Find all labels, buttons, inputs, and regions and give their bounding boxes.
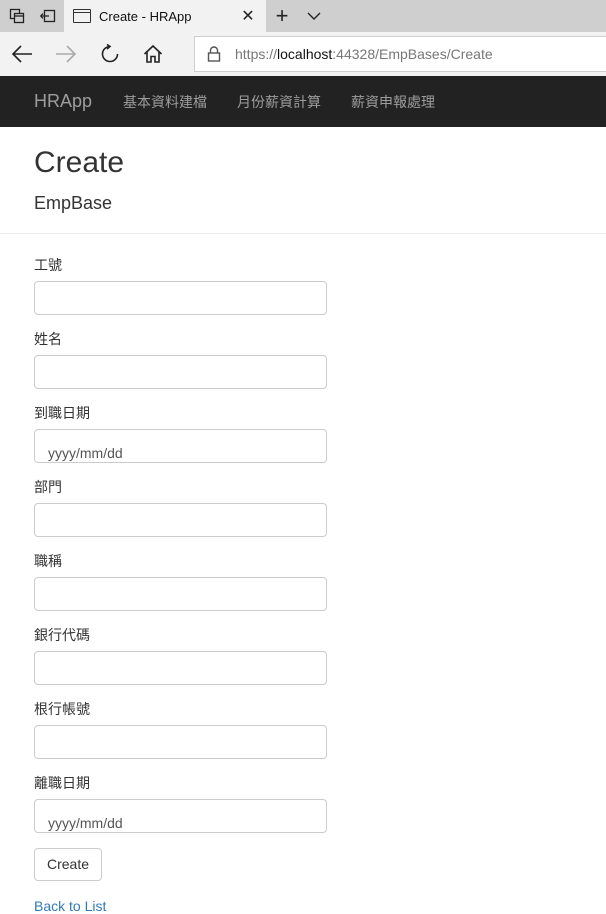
divider xyxy=(0,233,606,234)
browser-tab-strip: Create - HRApp ✕ + xyxy=(0,0,606,32)
department-label: 部門 xyxy=(34,479,62,495)
page-subtitle: EmpBase xyxy=(34,193,113,213)
bank-code-label: 銀行代碼 xyxy=(34,627,90,643)
account-no-label: 根行帳號 xyxy=(34,701,90,717)
form-group-name: 姓名 xyxy=(34,329,606,403)
url-host: localhost xyxy=(277,46,333,62)
create-button[interactable]: Create xyxy=(34,848,102,881)
emp-no-input[interactable] xyxy=(34,281,327,315)
url-text: https://localhost:44328/EmpBases/Create xyxy=(235,46,493,62)
leave-date-input[interactable]: yyyy/mm/dd xyxy=(34,799,327,833)
set-tabs-aside-icon[interactable] xyxy=(33,0,63,32)
tab-active[interactable]: Create - HRApp ✕ xyxy=(64,0,266,32)
hire-date-input[interactable]: yyyy/mm/dd xyxy=(34,429,327,463)
form-group-hire-date: 到職日期 yyyy/mm/dd xyxy=(34,403,606,477)
tab-title: Create - HRApp xyxy=(99,8,192,24)
nav-item-salary-report[interactable]: 薪資申報處理 xyxy=(336,92,450,112)
job-title-input[interactable] xyxy=(34,577,327,611)
form-group-emp-no: 工號 xyxy=(34,255,606,329)
department-input[interactable] xyxy=(34,503,327,537)
app-navbar: HRApp 基本資料建檔 月份薪資計算 薪資申報處理 xyxy=(0,76,606,127)
chevron-down-icon[interactable] xyxy=(300,0,328,32)
new-tab-icon[interactable]: + xyxy=(268,0,296,32)
hire-date-label: 到職日期 xyxy=(34,405,90,421)
nav-item-monthly-salary[interactable]: 月份薪資計算 xyxy=(222,92,336,112)
form-group-department: 部門 xyxy=(34,477,606,551)
main-content: Create EmpBase 工號 姓名 到職日期 yyyy/mm/dd 部門 … xyxy=(0,127,606,914)
back-arrow-icon[interactable] xyxy=(6,38,38,70)
form-group-bank-code: 銀行代碼 xyxy=(34,625,606,699)
form-group-leave-date: 離職日期 yyyy/mm/dd xyxy=(34,773,606,847)
create-form: 工號 姓名 到職日期 yyyy/mm/dd 部門 職稱 銀行代碼 根行帳號 離職 xyxy=(34,255,606,881)
forward-arrow-icon[interactable] xyxy=(50,38,82,70)
form-group-job-title: 職稱 xyxy=(34,551,606,625)
address-bar[interactable]: https://localhost:44328/EmpBases/Create xyxy=(194,36,606,72)
bank-code-input[interactable] xyxy=(34,651,327,685)
page-icon xyxy=(73,9,91,23)
name-input[interactable] xyxy=(34,355,327,389)
name-label: 姓名 xyxy=(34,331,62,347)
page-title: Create xyxy=(34,146,125,179)
brand-link[interactable]: HRApp xyxy=(34,91,92,112)
form-group-account-no: 根行帳號 xyxy=(34,699,606,773)
refresh-icon[interactable] xyxy=(94,38,126,70)
job-title-label: 職稱 xyxy=(34,553,62,569)
url-path: :44328/EmpBases/Create xyxy=(332,46,493,62)
account-no-input[interactable] xyxy=(34,725,327,759)
url-scheme: https:// xyxy=(235,46,278,62)
lock-icon xyxy=(207,46,221,62)
home-icon[interactable] xyxy=(137,38,169,70)
close-icon[interactable]: ✕ xyxy=(238,6,258,26)
emp-no-label: 工號 xyxy=(34,257,62,273)
tab-actions-icon[interactable] xyxy=(2,0,32,32)
leave-date-label: 離職日期 xyxy=(34,775,90,791)
nav-item-basic-data[interactable]: 基本資料建檔 xyxy=(108,92,222,112)
app-nav-menu: 基本資料建檔 月份薪資計算 薪資申報處理 xyxy=(108,92,450,112)
browser-toolbar: https://localhost:44328/EmpBases/Create xyxy=(0,32,606,76)
